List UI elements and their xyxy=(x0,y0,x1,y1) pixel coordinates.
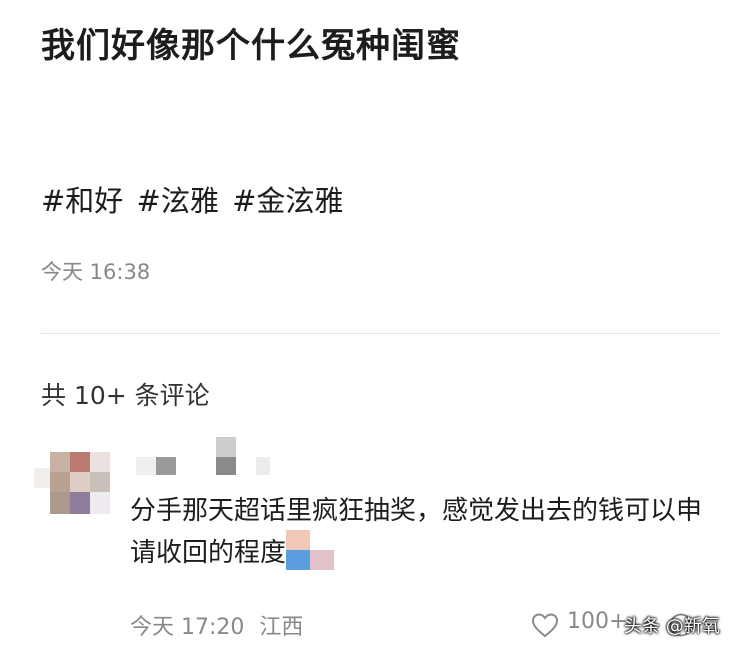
post-timestamp: 今天 16:38 xyxy=(41,260,151,284)
hashtag-link[interactable]: #金泫雅 xyxy=(232,184,343,218)
heart-icon[interactable] xyxy=(531,612,559,638)
comment-timestamp: 今天 17:20 xyxy=(130,615,245,640)
commenter-name-redacted[interactable] xyxy=(130,437,275,479)
post-title: 我们好像那个什么冤种闺蜜 xyxy=(41,26,461,66)
hashtag-list: #和好 #泫雅 #金泫雅 xyxy=(41,178,347,220)
divider xyxy=(41,333,720,334)
comment-location: 江西 xyxy=(259,615,304,640)
commenter-avatar[interactable] xyxy=(34,448,116,522)
hashtag-link[interactable]: #泫雅 xyxy=(137,184,219,218)
like-count[interactable]: 100+ xyxy=(567,609,627,634)
comments-count-header: 共 10+ 条评论 xyxy=(41,381,210,410)
comment-text: 分手那天超话里疯狂抽奖，感觉发出去的钱可以申请收回的程度 xyxy=(130,490,705,574)
redacted-emoji-icon xyxy=(286,530,336,574)
watermark: 头条 @新氧 xyxy=(624,616,720,637)
comment-meta: 今天 17:20 江西 xyxy=(130,609,303,641)
comment-body: 分手那天超话里疯狂抽奖，感觉发出去的钱可以申请收回的程度 xyxy=(130,496,703,568)
hashtag-link[interactable]: #和好 xyxy=(41,184,123,218)
